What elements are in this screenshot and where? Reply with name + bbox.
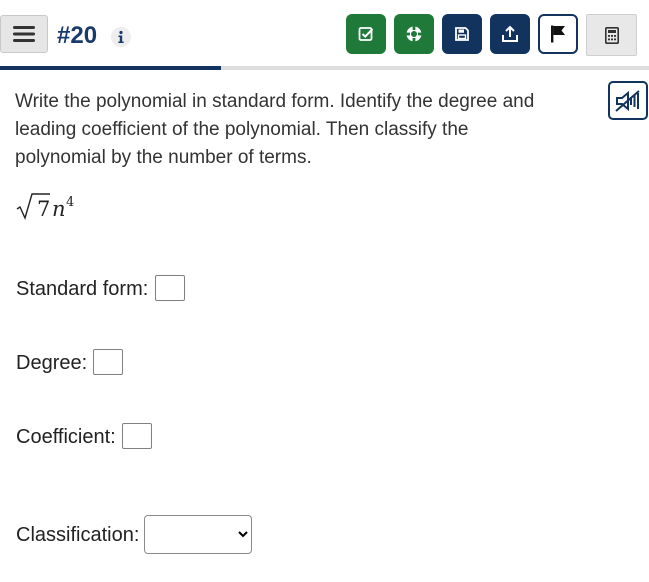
question-prompt: Write the polynomial in standard form. I… bbox=[15, 91, 535, 168]
classification-select[interactable] bbox=[144, 515, 252, 554]
radicand: 7 bbox=[37, 197, 51, 221]
classification-label: Classification: bbox=[16, 524, 140, 546]
coefficient-input[interactable] bbox=[122, 423, 152, 449]
menu-button[interactable] bbox=[0, 15, 48, 53]
submit-button[interactable] bbox=[490, 14, 530, 54]
upload-icon bbox=[502, 25, 518, 42]
mute-speaker-icon bbox=[615, 89, 640, 112]
coefficient-label: Coefficient: bbox=[16, 426, 116, 448]
standard-form-input[interactable] bbox=[155, 275, 185, 301]
info-icon[interactable] bbox=[111, 27, 131, 47]
progress-fill bbox=[0, 66, 221, 70]
degree-label: Degree: bbox=[16, 352, 88, 374]
save-disk-icon bbox=[455, 27, 469, 41]
progress-bar bbox=[0, 66, 649, 70]
question-number: #20 bbox=[57, 22, 98, 49]
checkbox-check-icon bbox=[358, 27, 374, 41]
save-button[interactable] bbox=[442, 14, 482, 54]
help-button[interactable] bbox=[394, 14, 434, 54]
calculator-button[interactable] bbox=[586, 14, 637, 56]
mute-audio-button[interactable] bbox=[608, 81, 648, 120]
calculator-icon bbox=[604, 26, 619, 44]
top-toolbar: #20 bbox=[0, 0, 649, 70]
check-answer-button[interactable] bbox=[346, 14, 386, 54]
exponent: 4 bbox=[66, 195, 75, 210]
standard-form-label: Standard form: bbox=[16, 278, 149, 300]
degree-input[interactable] bbox=[93, 349, 123, 375]
flag-button[interactable] bbox=[538, 14, 578, 54]
hamburger-menu-icon bbox=[13, 26, 35, 42]
flag-icon bbox=[551, 25, 565, 43]
variable: n bbox=[52, 197, 66, 221]
lifebuoy-icon bbox=[406, 26, 422, 42]
